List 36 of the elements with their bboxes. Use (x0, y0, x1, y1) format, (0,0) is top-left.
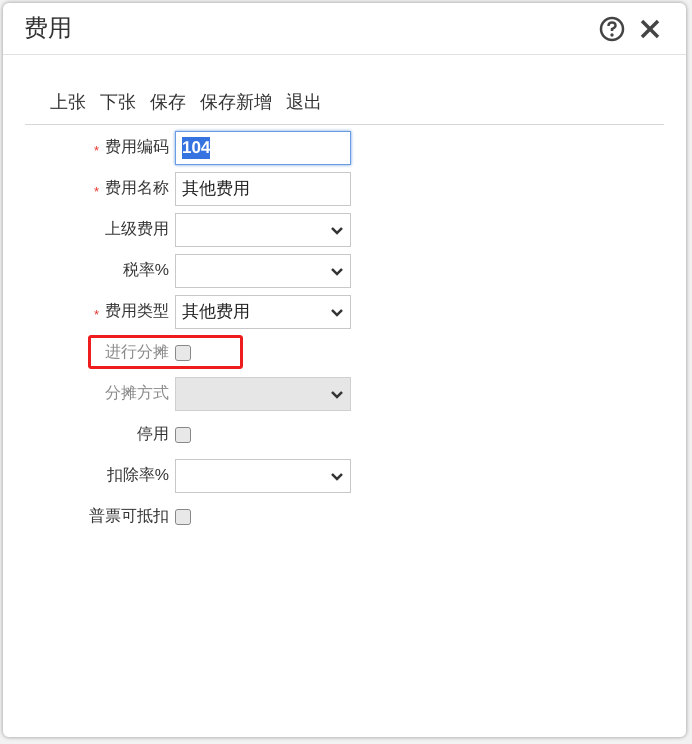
toolbar-button[interactable]: 下张 (100, 89, 136, 116)
chevron-down-icon (330, 390, 344, 400)
checkbox[interactable] (175, 509, 191, 525)
field-value: 104 (182, 137, 210, 159)
field-label: 进行分摊 (105, 342, 169, 363)
required-mark: * (94, 142, 99, 160)
field-label: 上级费用 (105, 220, 169, 240)
select-field[interactable]: 其他费用 (175, 295, 351, 329)
toolbar-button[interactable]: 退出 (286, 89, 322, 116)
select-field[interactable] (175, 459, 351, 493)
window-title: 费用 (24, 14, 73, 44)
field-label: 普票可抵扣 (89, 506, 169, 527)
help-icon[interactable] (599, 16, 625, 42)
chevron-down-icon (330, 472, 344, 482)
toolbar-button[interactable]: 上张 (50, 89, 86, 116)
field-label: 费用编码 (105, 138, 169, 158)
field-label: 税率% (122, 260, 169, 281)
required-mark: * (94, 306, 99, 324)
chevron-down-icon (330, 226, 344, 236)
select-field[interactable] (175, 213, 351, 247)
field-label: 分摊方式 (105, 384, 169, 404)
text-field[interactable]: 其他费用 (175, 172, 351, 206)
chevron-down-icon (330, 267, 344, 277)
text-field[interactable]: 104 (175, 131, 351, 165)
toolbar-button[interactable]: 保存新增 (200, 89, 272, 116)
required-mark: * (94, 183, 99, 202)
field-label: 扣除率% (106, 466, 169, 486)
checkbox[interactable] (175, 427, 191, 443)
field-label: 费用类型 (105, 302, 169, 322)
chevron-down-icon (330, 308, 344, 318)
select-field[interactable] (175, 254, 351, 288)
close-icon[interactable] (639, 18, 661, 40)
field-value: 其他费用 (182, 178, 250, 200)
field-label: 费用名称 (105, 178, 169, 199)
field-label: 停用 (137, 425, 169, 445)
toolbar-button[interactable]: 保存 (150, 89, 186, 116)
